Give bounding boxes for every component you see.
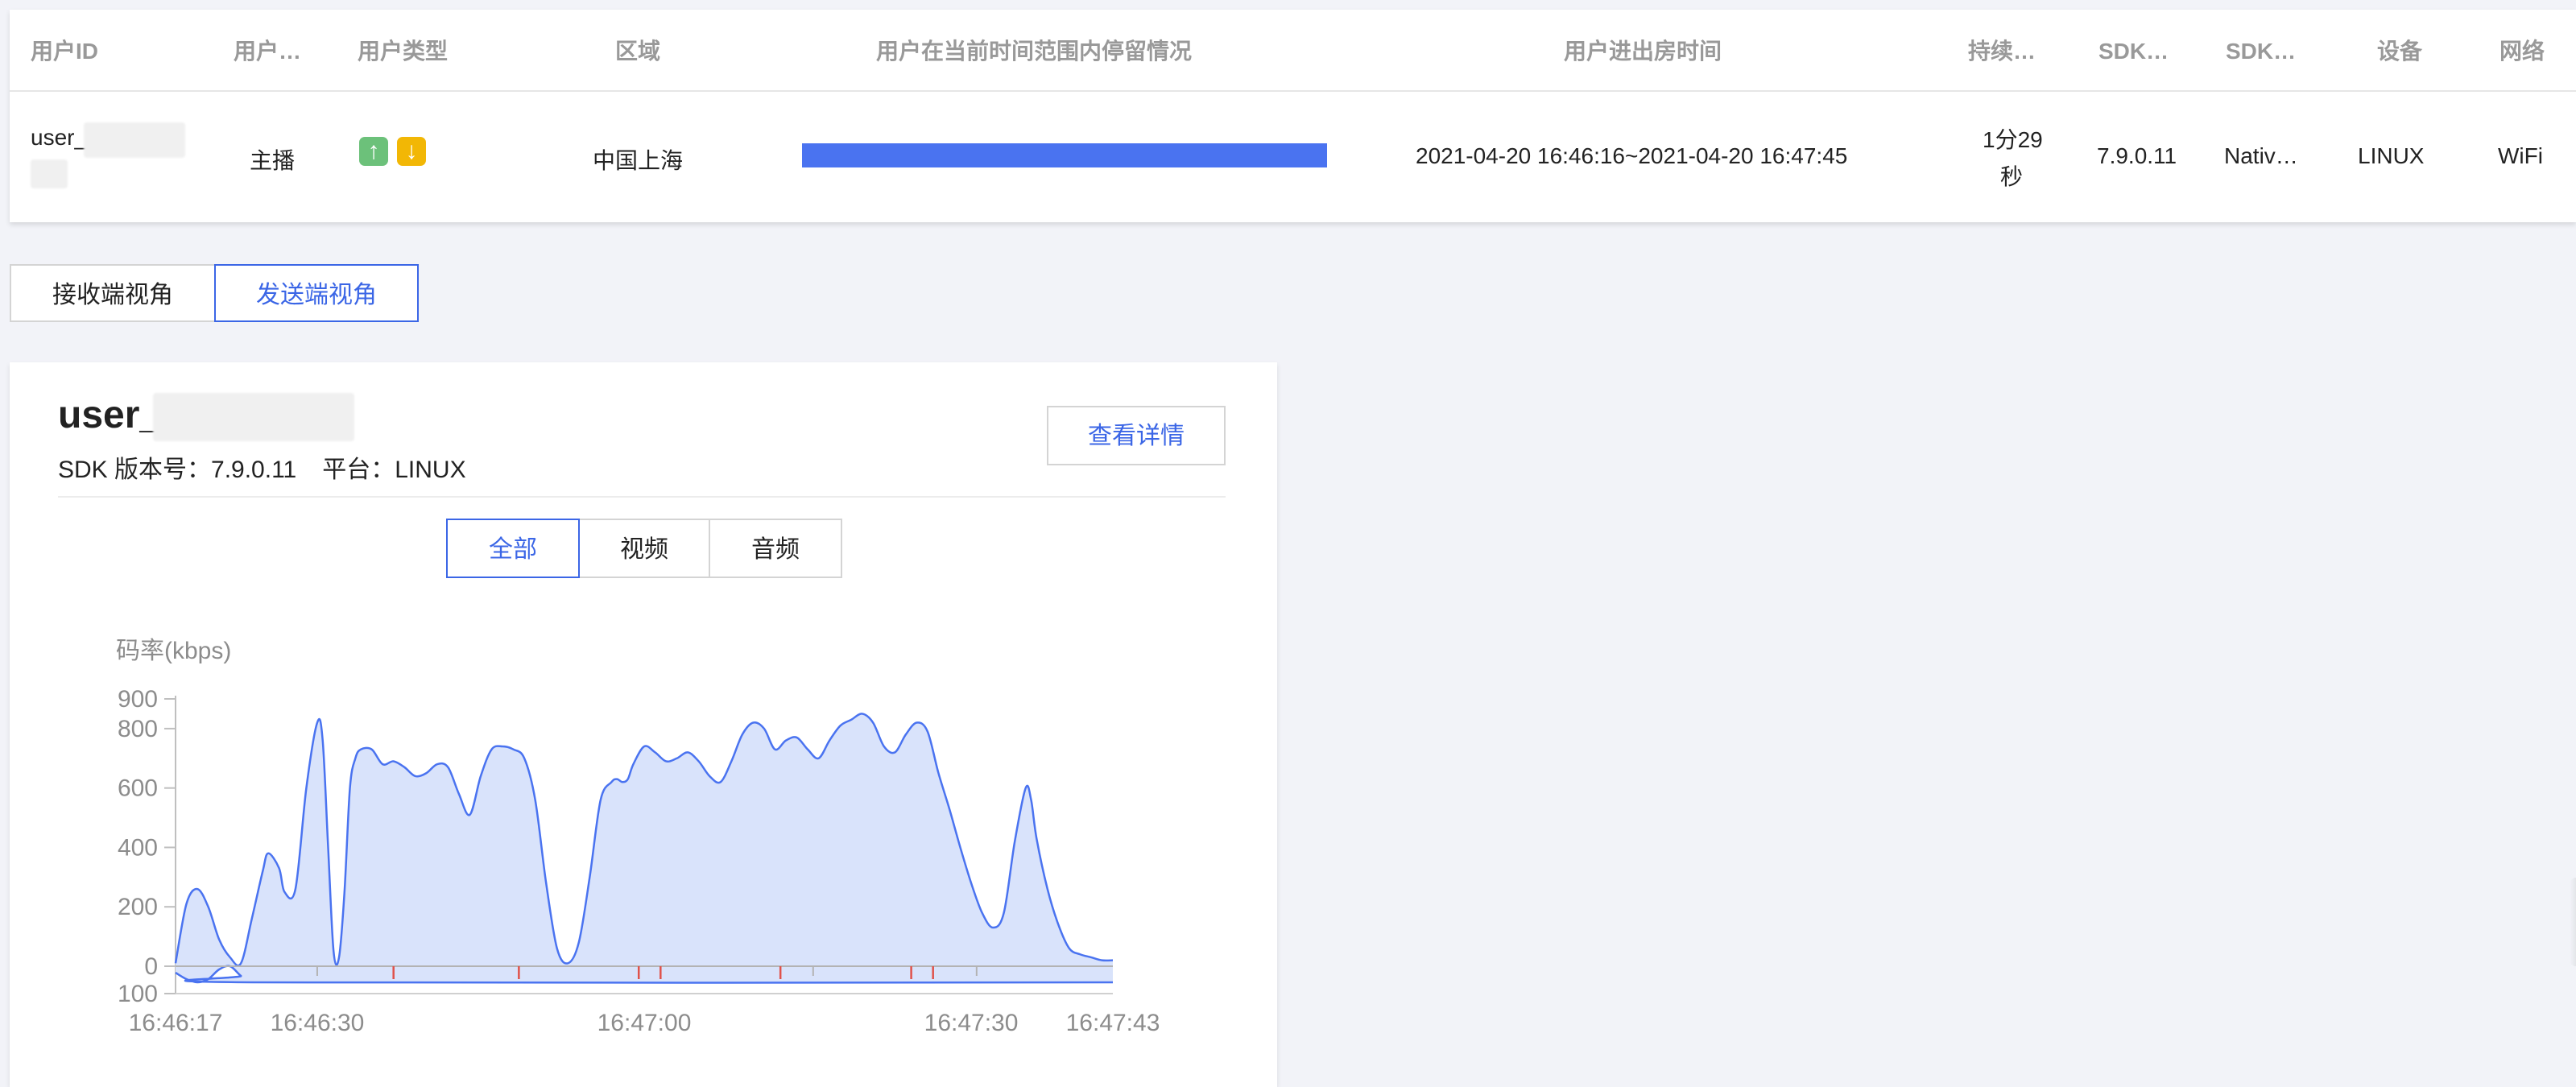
cell-region: 中国上海 xyxy=(593,148,684,173)
cell-time-range: 2021-04-20 16:46:16~2021-04-20 16:47:45 xyxy=(1416,143,1848,168)
y-tick-label: 0 xyxy=(144,953,158,980)
x-tick-label: 16:46:30 xyxy=(271,1010,365,1036)
user-detail-card: user_ SDK 版本号：7.9.0.11 平台：LINUX 查看详情 全部 视… xyxy=(10,362,1277,1087)
y-tick-label: 900 xyxy=(118,686,158,713)
series-lower-area xyxy=(176,965,1113,983)
header-duration[interactable]: 持续… xyxy=(1968,10,2036,90)
cell-duration: 1分29 xyxy=(1983,127,2043,152)
cell-user-role: 主播 xyxy=(250,148,296,173)
stay-bar xyxy=(802,143,1327,167)
redacted-user-id xyxy=(84,122,185,158)
header-network[interactable]: 网络 xyxy=(2500,10,2545,90)
user-table: 用户ID 用户… 用户类型 区域 用户在当前时间范围内停留情况 用户进出房时间 … xyxy=(10,10,2576,222)
y-tick-label: 400 xyxy=(118,834,158,861)
cell-user-id[interactable]: user_ xyxy=(31,125,87,151)
stay-track xyxy=(802,143,1327,167)
x-tick-label: 16:46:17 xyxy=(129,1010,223,1036)
table-header: 用户ID 用户… 用户类型 区域 用户在当前时间范围内停留情况 用户进出房时间 … xyxy=(10,10,2576,92)
series-area xyxy=(176,713,1113,966)
x-tick-label: 16:47:00 xyxy=(597,1010,692,1036)
header-sdk-platform[interactable]: SDK… xyxy=(2226,10,2296,90)
header-user-type[interactable]: 用户类型 xyxy=(358,10,448,90)
receiver-view-button[interactable]: 接收端视角 xyxy=(10,264,216,322)
x-tick-label: 16:47:30 xyxy=(924,1010,1019,1036)
edge-shadow xyxy=(2570,878,2576,966)
header-user-id[interactable]: 用户ID xyxy=(31,10,98,90)
y-tick-label: 200 xyxy=(118,894,158,920)
x-tick-label: 16:47:43 xyxy=(1066,1010,1160,1036)
y-tick-label: 100 xyxy=(118,981,158,1007)
header-device[interactable]: 设备 xyxy=(2377,10,2422,90)
y-tick-label: 600 xyxy=(118,775,158,802)
header-stay[interactable]: 用户在当前时间范围内停留情况 xyxy=(876,10,1192,90)
filter-all-tab[interactable]: 全部 xyxy=(446,519,580,578)
cell-sdk-platform: Nativ… xyxy=(2224,143,2298,168)
arrow-up-icon: ↑ xyxy=(359,137,388,166)
header-sdk-version[interactable]: SDK… xyxy=(2098,10,2169,90)
header-region[interactable]: 区域 xyxy=(615,10,660,90)
cell-device: LINUX xyxy=(2358,143,2425,168)
header-user-role[interactable]: 用户… xyxy=(234,10,301,90)
header-time-range[interactable]: 用户进出房时间 xyxy=(1564,10,1722,90)
cell-duration-cont: 秒 xyxy=(2000,164,2024,189)
bitrate-chart: 码率(kbps) 900 800 600 400 200 0100 16:46:17 16:46… xyxy=(116,638,1160,1036)
sender-view-button[interactable]: 发送端视角 xyxy=(214,264,419,322)
y-axis-label: 码率(kbps) xyxy=(116,638,231,664)
cell-network: WiFi xyxy=(2498,143,2543,168)
cell-sdk-version: 7.9.0.11 xyxy=(2097,143,2177,168)
redacted-user-id-cont xyxy=(31,159,68,188)
y-tick-label: 800 xyxy=(118,716,158,742)
arrow-down-icon: ↓ xyxy=(397,137,426,166)
